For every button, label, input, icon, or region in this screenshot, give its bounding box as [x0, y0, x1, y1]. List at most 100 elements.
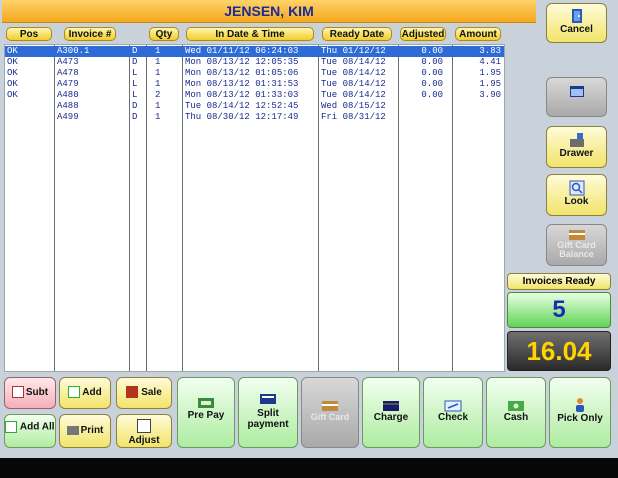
- pre-pay-label: Pre Pay: [187, 410, 225, 421]
- cell-in_date: Mon 08/13/12 01:31:53: [185, 79, 299, 89]
- disabled-calendar-button[interactable]: [546, 77, 607, 117]
- calendar-icon: [569, 86, 584, 97]
- sale-label: Sale: [141, 387, 162, 398]
- cell-qty: 1: [155, 46, 161, 56]
- cell-invoice: A479: [57, 79, 79, 89]
- invoice-table[interactable]: OK A300.1 D 1 Wed 01/11/12 06:24:03 Thu 01/12…: [4, 44, 505, 372]
- add-all-icon: [5, 421, 18, 433]
- cell-amount: 1.95: [479, 79, 501, 89]
- split-payment-button[interactable]: Split payment: [238, 377, 298, 448]
- pick-only-label: Pick Only: [557, 413, 603, 424]
- cell-pos: OK: [7, 90, 18, 100]
- cell-pos: OK: [7, 68, 18, 78]
- drawer-label: Drawer: [559, 148, 594, 159]
- add-all-button[interactable]: Add All: [4, 414, 56, 448]
- cell-ready: Tue 08/14/12: [321, 68, 386, 78]
- adjust-button[interactable]: Adjust: [116, 414, 172, 448]
- printer-icon: [66, 425, 79, 435]
- cell-ready: Wed 08/15/12: [321, 101, 386, 111]
- split-payment-icon: [260, 394, 276, 404]
- cell-in_date: Mon 08/13/12 01:33:03: [185, 90, 299, 100]
- cell-type: D: [132, 46, 138, 56]
- cell-ready: Thu 01/12/12: [321, 46, 386, 56]
- cell-in_date: Tue 08/14/12 12:52:45: [185, 101, 299, 111]
- drawer-button[interactable]: Drawer: [546, 126, 607, 168]
- cell-adjusted: 0.00: [421, 68, 443, 78]
- subt-label: Subt: [25, 387, 49, 398]
- total-amount: 16.04: [507, 331, 611, 371]
- cell-amount: 3.90: [479, 90, 501, 100]
- table-row[interactable]: OK A300.1 D 1 Wed 01/11/12 06:24:03 Thu 01/12…: [5, 46, 504, 57]
- cell-adjusted: 0.00: [421, 90, 443, 100]
- cash-drawer-icon: [569, 133, 584, 147]
- pre-pay-button[interactable]: Pre Pay: [177, 377, 235, 448]
- add-invoice-icon: [68, 386, 81, 399]
- subt-button[interactable]: Subt: [4, 377, 56, 409]
- cell-amount: 4.41: [479, 57, 501, 67]
- person-icon: [576, 398, 584, 412]
- look-label: Look: [564, 196, 589, 207]
- table-row[interactable]: OK A479 L 1 Mon 08/13/12 01:31:53 Tue 08/14/1…: [5, 79, 504, 90]
- table-row[interactable]: A499 D 1 Thu 08/30/12 12:17:49 Fri 08/31/12: [5, 112, 504, 123]
- cell-ready: Tue 08/14/12: [321, 57, 386, 67]
- cell-in_date: Wed 01/11/12 06:24:03: [185, 46, 299, 56]
- adjust-form-icon: [137, 419, 151, 433]
- cell-type: L: [132, 90, 138, 100]
- cell-adjusted: 0.00: [421, 57, 443, 67]
- cash-button[interactable]: Cash: [486, 377, 546, 448]
- cell-amount: 3.83: [479, 46, 501, 56]
- column-header-pos[interactable]: Pos: [6, 27, 52, 41]
- column-header-adjusted[interactable]: Adjusted: [400, 27, 446, 41]
- magnifier-icon: [569, 180, 584, 196]
- column-header-in-date[interactable]: In Date & Time: [186, 27, 314, 41]
- cell-type: D: [132, 101, 138, 111]
- cell-pos: OK: [7, 57, 18, 67]
- split-payment-label: Split payment: [247, 408, 289, 430]
- invoices-ready-label: Invoices Ready: [507, 273, 611, 290]
- gift-card-balance-label: Gift Card Balance: [557, 240, 596, 259]
- cancel-button[interactable]: Cancel: [546, 3, 607, 43]
- table-row[interactable]: OK A480 L 2 Mon 08/13/12 01:33:03 Tue 08/14/1…: [5, 90, 504, 101]
- cell-invoice: A488: [57, 101, 79, 111]
- cell-invoice: A480: [57, 90, 79, 100]
- column-header-ready-date[interactable]: Ready Date: [322, 27, 392, 41]
- shopping-bag-icon: [126, 386, 139, 399]
- check-button[interactable]: Check: [423, 377, 483, 448]
- table-row[interactable]: A488 D 1 Tue 08/14/12 12:52:45 Wed 08/15/12: [5, 101, 504, 112]
- check-icon: [444, 400, 462, 412]
- charge-button[interactable]: Charge: [362, 377, 420, 448]
- prepay-icon: [198, 398, 214, 408]
- print-label: Print: [80, 425, 104, 436]
- cell-in_date: Thu 08/30/12 12:17:49: [185, 112, 299, 122]
- gift-card-pay-icon: [322, 401, 338, 411]
- credit-card-icon: [383, 401, 399, 411]
- cell-in_date: Mon 08/13/12 12:05:35: [185, 57, 299, 67]
- add-all-label: Add All: [19, 421, 55, 433]
- adjust-label: Adjust: [128, 435, 160, 446]
- cell-invoice: A300.1: [57, 46, 90, 56]
- status-bar: [0, 458, 618, 478]
- look-button[interactable]: Look: [546, 174, 607, 216]
- cell-pos: OK: [7, 79, 18, 89]
- cell-type: L: [132, 79, 138, 89]
- cell-pos: OK: [7, 46, 18, 56]
- check-label: Check: [437, 412, 468, 423]
- column-header-amount[interactable]: Amount: [455, 27, 501, 41]
- table-row[interactable]: OK A473 D 1 Mon 08/13/12 12:05:35 Tue 08/14/1…: [5, 57, 504, 68]
- cell-adjusted: 0.00: [421, 79, 443, 89]
- pick-only-button[interactable]: Pick Only: [549, 377, 611, 448]
- invoices-ready-count: 5: [507, 292, 611, 328]
- add-button[interactable]: Add: [59, 377, 111, 409]
- gift-card-button[interactable]: Gift Card: [301, 377, 359, 448]
- cell-ready: Tue 08/14/12: [321, 79, 386, 89]
- sale-button[interactable]: Sale: [116, 377, 172, 409]
- cash-label: Cash: [503, 412, 529, 423]
- column-header-invoice[interactable]: Invoice #: [64, 27, 116, 41]
- cash-icon: [508, 401, 524, 411]
- cell-qty: 1: [155, 68, 161, 78]
- print-button[interactable]: Print: [59, 414, 111, 448]
- gift-card-balance-button[interactable]: Gift Card Balance: [546, 224, 607, 266]
- table-row[interactable]: OK A478 L 1 Mon 08/13/12 01:05:06 Tue 08/14/1…: [5, 68, 504, 79]
- column-header-qty[interactable]: Qty: [149, 27, 179, 41]
- cancel-label: Cancel: [560, 24, 593, 35]
